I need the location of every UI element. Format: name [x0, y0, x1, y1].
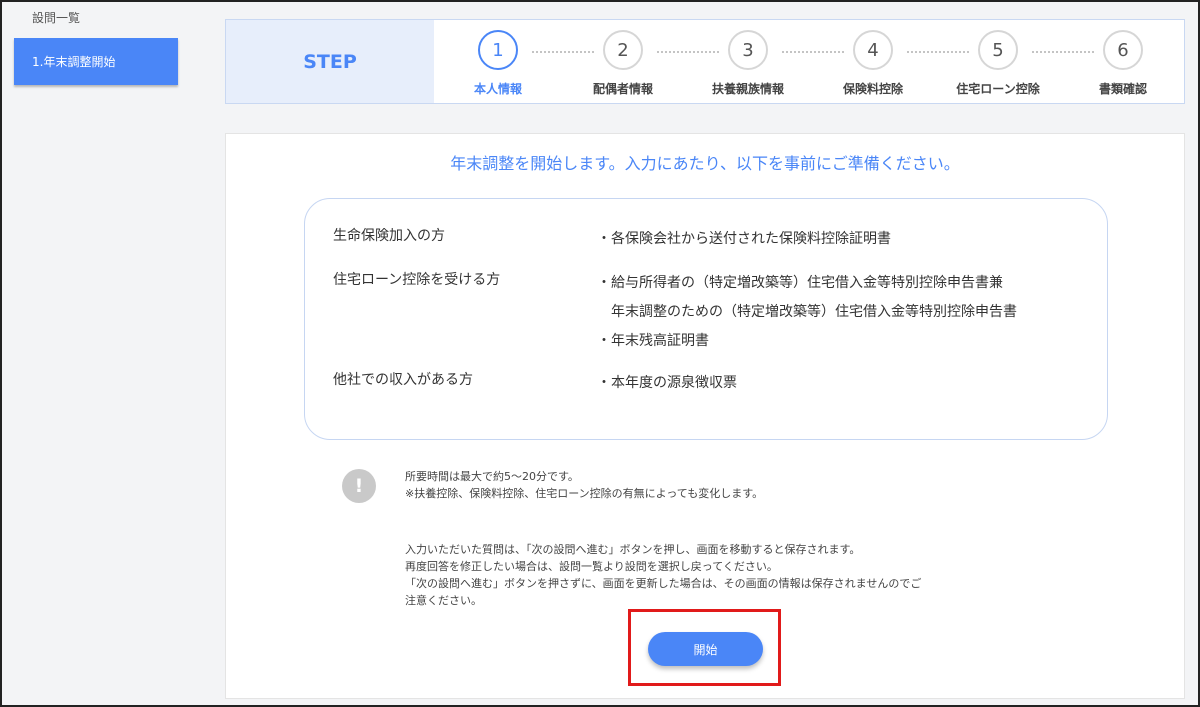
step-number: 4	[853, 30, 893, 70]
sidebar-item-label: 1.年末調整開始	[32, 55, 116, 69]
step-6: 6 書類確認	[1065, 20, 1185, 103]
note-line: 入力いただいた質問は、「次の設問へ進む」ボタンを押し、画面を移動すると保存されま…	[405, 543, 861, 556]
main-panel: 年末調整を開始します。入力にあたり、以下を事前にご準備ください。 生命保険加入の…	[225, 133, 1185, 699]
prep-label: 住宅ローン控除を受ける方	[333, 272, 501, 288]
step-name: 住宅ローン控除	[956, 82, 1040, 96]
step-3: 3 扶養親族情報	[690, 20, 810, 103]
note-line: 再度回答を修正したい場合は、設問一覧より設問を選択し戻ってください。	[405, 560, 778, 573]
start-button-highlight: 開始	[628, 609, 781, 686]
step-4: 4 保険料控除	[815, 20, 935, 103]
page-headline: 年末調整を開始します。入力にあたり、以下を事前にご準備ください。	[450, 154, 960, 173]
preparation-list: 生命保険加入の方 ・各保険会社から送付された保険料控除証明書 住宅ローン控除を受…	[304, 198, 1108, 440]
prep-doc: ・給与所得者の（特定増改築等）住宅借入金等特別控除申告書兼 年末調整のための（特…	[597, 269, 1017, 356]
note-line: 注意ください。	[405, 594, 482, 607]
sidebar-heading: 設問一覧	[32, 11, 81, 25]
prep-doc-line: ・年末残高証明書	[597, 333, 709, 349]
prep-doc-line: ・給与所得者の（特定増改築等）住宅借入金等特別控除申告書兼	[597, 275, 1003, 291]
step-number: 6	[1103, 30, 1143, 70]
step-progress: STEP 1 本人情報 2 配偶者情報 3 扶養親族情報 4 保険料控除 5 住…	[225, 19, 1185, 104]
step-number: 1	[478, 30, 518, 70]
step-5: 5 住宅ローン控除	[940, 20, 1060, 103]
step-name: 扶養親族情報	[711, 82, 784, 96]
step-2: 2 配偶者情報	[565, 20, 685, 103]
prep-doc: ・各保険会社から送付された保険料控除証明書	[597, 225, 891, 254]
step-number: 5	[978, 30, 1018, 70]
prep-label: 他社での収入がある方	[333, 372, 473, 388]
step-name: 配偶者情報	[592, 82, 653, 96]
exclamation-icon: !	[342, 469, 376, 503]
step-number: 2	[603, 30, 643, 70]
sidebar-item-year-end-start[interactable]: 1.年末調整開始	[14, 38, 178, 85]
note-line: ※扶養控除、保険料控除、住宅ローン控除の有無によっても変化します。	[405, 487, 764, 500]
prep-doc-line: ・本年度の源泉徴収票	[597, 375, 737, 391]
step-name: 保険料控除	[842, 82, 903, 96]
time-note: 所要時間は最大で約5～20分です。 ※扶養控除、保険料控除、住宅ローン控除の有無…	[405, 468, 763, 502]
note-line: 「次の設問へ進む」ボタンを押さずに、画面を更新した場合は、その画面の情報は保存さ…	[405, 577, 922, 590]
prep-label: 生命保険加入の方	[333, 228, 445, 244]
step-1: 1 本人情報	[440, 20, 560, 103]
prep-doc-line: ・各保険会社から送付された保険料控除証明書	[597, 231, 891, 247]
prep-doc-line: 年末調整のための（特定増改築等）住宅借入金等特別控除申告書	[597, 304, 1017, 320]
step-name: 書類確認	[1098, 82, 1147, 96]
start-button[interactable]: 開始	[648, 632, 763, 666]
step-name: 本人情報	[473, 82, 522, 96]
save-note: 入力いただいた質問は、「次の設問へ進む」ボタンを押し、画面を移動すると保存されま…	[405, 541, 921, 609]
step-number: 3	[728, 30, 768, 70]
note-line: 所要時間は最大で約5～20分です。	[405, 470, 579, 483]
step-label: STEP	[226, 20, 434, 103]
prep-doc: ・本年度の源泉徴収票	[597, 369, 737, 398]
